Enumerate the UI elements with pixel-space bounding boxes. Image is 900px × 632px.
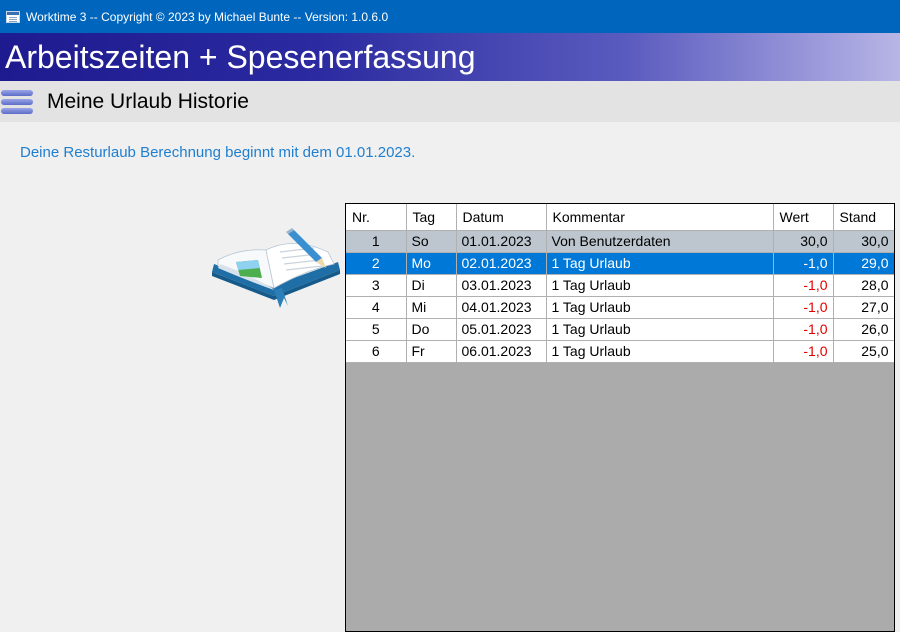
cell-nr: 3 [346,274,407,297]
cell-nr: 5 [346,318,407,341]
column-header-wert[interactable]: Wert [773,204,834,231]
cell-stand: 26,0 [833,318,894,341]
window-titlebar: Worktime 3 -- Copyright © 2023 by Michae… [0,0,900,33]
cell-wert: -1,0 [773,274,834,297]
table-row[interactable]: 3 Di 03.01.2023 1 Tag Urlaub -1,0 28,0 [346,274,894,297]
page-header: Meine Urlaub Historie [0,81,900,122]
cell-kommentar: 1 Tag Urlaub [546,340,774,363]
info-message: Deine Resturlaub Berechnung beginnt mit … [20,144,416,161]
table-header-row: Nr. Tag Datum Kommentar Wert Stand [346,204,894,231]
cell-tag: Fr [406,340,457,363]
table-row[interactable]: 4 Mi 04.01.2023 1 Tag Urlaub -1,0 27,0 [346,296,894,319]
cell-tag: Mo [406,252,457,275]
cell-stand: 30,0 [833,230,894,253]
cell-wert: -1,0 [773,252,834,275]
cell-kommentar: 1 Tag Urlaub [546,252,774,275]
cell-tag: So [406,230,457,253]
cell-datum: 02.01.2023 [456,252,547,275]
cell-tag: Do [406,318,457,341]
vacation-history-table[interactable]: Nr. Tag Datum Kommentar Wert Stand 1 So … [345,203,895,632]
app-window-icon[interactable] [6,10,20,23]
cell-stand: 25,0 [833,340,894,363]
cell-stand: 28,0 [833,274,894,297]
column-header-nr[interactable]: Nr. [346,204,407,231]
cell-nr: 1 [346,230,407,253]
cell-tag: Di [406,274,457,297]
page-title: Meine Urlaub Historie [47,89,249,113]
cell-datum: 01.01.2023 [456,230,547,253]
table-row-selected[interactable]: 2 Mo 02.01.2023 1 Tag Urlaub -1,0 29,0 [346,252,894,275]
cell-nr: 4 [346,296,407,319]
column-header-kommentar[interactable]: Kommentar [546,204,774,231]
cell-nr: 6 [346,340,407,363]
hamburger-menu-icon[interactable] [1,88,33,116]
cell-tag: Mi [406,296,457,319]
table-row[interactable]: 6 Fr 06.01.2023 1 Tag Urlaub -1,0 25,0 [346,340,894,363]
cell-kommentar: 1 Tag Urlaub [546,274,774,297]
app-banner: Arbeitszeiten + Spesenerfassung [0,33,900,81]
cell-datum: 03.01.2023 [456,274,547,297]
cell-kommentar: 1 Tag Urlaub [546,296,774,319]
banner-title: Arbeitszeiten + Spesenerfassung [5,38,476,75]
cell-kommentar: Von Benutzerdaten [546,230,774,253]
column-header-stand[interactable]: Stand [833,204,894,231]
table-row[interactable]: 1 So 01.01.2023 Von Benutzerdaten 30,0 3… [346,230,894,253]
cell-wert: -1,0 [773,340,834,363]
window-title: Worktime 3 -- Copyright © 2023 by Michae… [26,9,389,24]
cell-datum: 05.01.2023 [456,318,547,341]
cell-datum: 04.01.2023 [456,296,547,319]
table-row[interactable]: 5 Do 05.01.2023 1 Tag Urlaub -1,0 26,0 [346,318,894,341]
cell-wert: -1,0 [773,296,834,319]
column-header-datum[interactable]: Datum [456,204,547,231]
open-book-pencil-icon [212,228,340,308]
cell-wert: -1,0 [773,318,834,341]
cell-stand: 27,0 [833,296,894,319]
cell-nr: 2 [346,252,407,275]
cell-wert: 30,0 [773,230,834,253]
column-header-tag[interactable]: Tag [406,204,457,231]
cell-datum: 06.01.2023 [456,340,547,363]
cell-kommentar: 1 Tag Urlaub [546,318,774,341]
cell-stand: 29,0 [833,252,894,275]
